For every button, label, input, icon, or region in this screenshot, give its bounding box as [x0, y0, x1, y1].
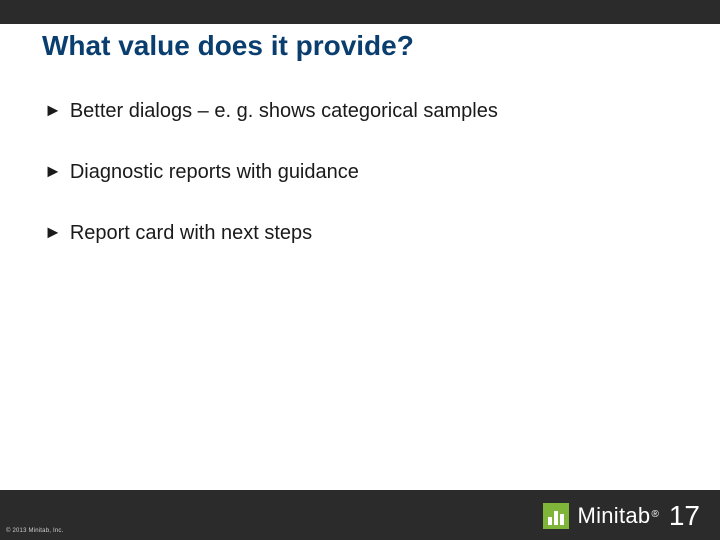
bullet-text: Report card with next steps: [70, 222, 312, 245]
bottom-bar: © 2013 Minitab, Inc. Minitab® 17: [0, 490, 720, 540]
list-item: ► Better dialogs – e. g. shows categoric…: [44, 100, 680, 123]
minitab-bars-icon: [543, 503, 569, 529]
brand-logo: Minitab® 17: [543, 500, 700, 532]
list-item: ► Diagnostic reports with guidance: [44, 161, 680, 184]
slide-title: What value does it provide?: [42, 30, 414, 62]
registered-mark: ®: [651, 509, 658, 520]
copyright-text: © 2013 Minitab, Inc.: [6, 528, 63, 534]
brand-name: Minitab®: [577, 503, 658, 529]
triangle-bullet-icon: ►: [44, 223, 62, 241]
top-bar: [0, 0, 720, 24]
brand-version: 17: [669, 500, 700, 532]
bar-icon-segment: [548, 517, 552, 525]
bullet-list: ► Better dialogs – e. g. shows categoric…: [44, 100, 680, 283]
brand-name-text: Minitab: [577, 503, 650, 528]
triangle-bullet-icon: ►: [44, 162, 62, 180]
bullet-text: Diagnostic reports with guidance: [70, 161, 359, 184]
bullet-text: Better dialogs – e. g. shows categorical…: [70, 100, 498, 123]
triangle-bullet-icon: ►: [44, 101, 62, 119]
list-item: ► Report card with next steps: [44, 222, 680, 245]
bar-icon-segment: [554, 511, 558, 525]
slide: What value does it provide? ► Better dia…: [0, 0, 720, 540]
bar-icon-segment: [560, 514, 564, 525]
